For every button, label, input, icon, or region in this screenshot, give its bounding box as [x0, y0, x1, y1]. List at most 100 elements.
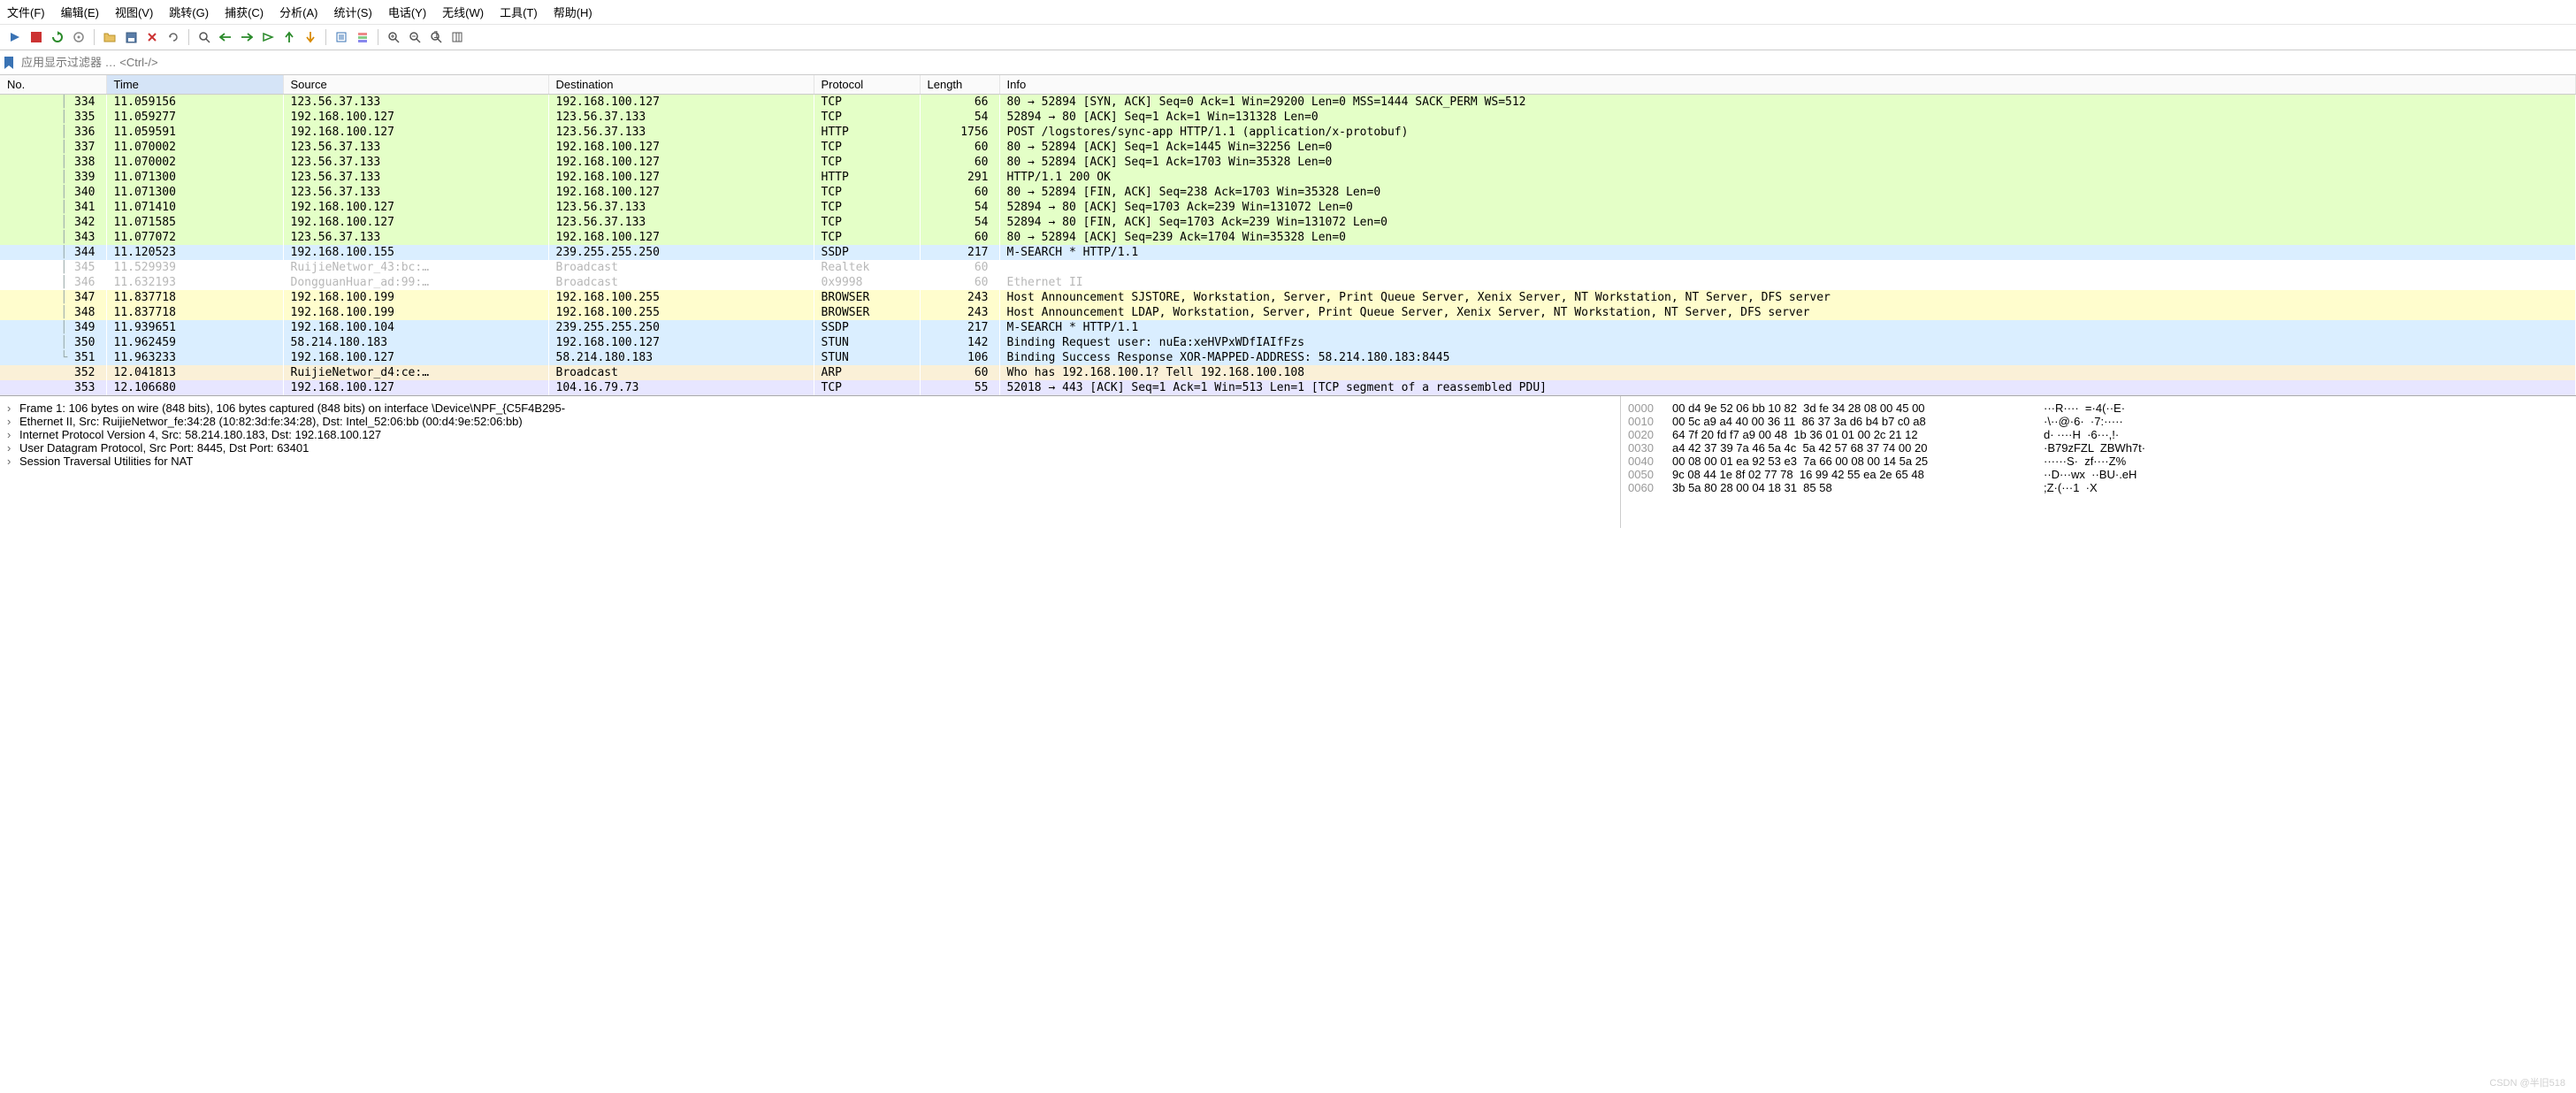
packet-bytes-hex[interactable]: 000000 d4 9e 52 06 bb 10 82 3d fe 34 28 …: [1621, 396, 2576, 528]
menu-edit[interactable]: 编辑(E): [61, 4, 99, 20]
table-row[interactable]: │ 33511.059277192.168.100.127123.56.37.1…: [0, 110, 2576, 125]
table-row[interactable]: │ 34211.071585192.168.100.127123.56.37.1…: [0, 215, 2576, 230]
table-row[interactable]: └ 35111.963233192.168.100.12758.214.180.…: [0, 350, 2576, 365]
expand-icon[interactable]: ›: [7, 401, 19, 415]
table-row[interactable]: │ 35011.96245958.214.180.183192.168.100.…: [0, 335, 2576, 350]
menu-go[interactable]: 跳转(G): [169, 4, 209, 20]
open-file-button[interactable]: [100, 27, 119, 47]
column-length[interactable]: Length: [920, 75, 999, 95]
cell-source: 123.56.37.133: [283, 185, 548, 200]
display-filter-input[interactable]: [16, 52, 2574, 73]
hex-row[interactable]: 00603b 5a 80 28 00 04 18 31 85 58;Z·(···…: [1628, 481, 2569, 494]
cell-protocol: TCP: [814, 140, 920, 155]
cell-protocol: TCP: [814, 95, 920, 111]
tree-item[interactable]: ›Frame 1: 106 bytes on wire (848 bits), …: [7, 401, 1613, 415]
restart-capture-button[interactable]: [48, 27, 67, 47]
menu-tools[interactable]: 工具(T): [500, 4, 538, 20]
column-info[interactable]: Info: [999, 75, 2576, 95]
column-source[interactable]: Source: [283, 75, 548, 95]
column-destination[interactable]: Destination: [548, 75, 814, 95]
table-row[interactable]: │ 33811.070002123.56.37.133192.168.100.1…: [0, 155, 2576, 170]
save-file-button[interactable]: [121, 27, 141, 47]
tree-item[interactable]: ›Session Traversal Utilities for NAT: [7, 455, 1613, 468]
column-no[interactable]: No.: [0, 75, 106, 95]
cell-info: POST /logstores/sync-app HTTP/1.1 (appli…: [999, 125, 2576, 140]
table-row[interactable]: │ 34011.071300123.56.37.133192.168.100.1…: [0, 185, 2576, 200]
table-row[interactable]: │ 33411.059156123.56.37.133192.168.100.1…: [0, 95, 2576, 111]
hex-row[interactable]: 002064 7f 20 fd f7 a9 00 48 1b 36 01 01 …: [1628, 428, 2569, 441]
cell-protocol: STUN: [814, 335, 920, 350]
hex-row[interactable]: 00509c 08 44 1e 8f 02 77 78 16 99 42 55 …: [1628, 468, 2569, 481]
cell-info: M-SEARCH * HTTP/1.1: [999, 245, 2576, 260]
hex-row[interactable]: 001000 5c a9 a4 40 00 36 11 86 37 3a d6 …: [1628, 415, 2569, 428]
table-row[interactable]: │ 34411.120523192.168.100.155239.255.255…: [0, 245, 2576, 260]
cell-time: 12.106680: [106, 380, 283, 395]
hex-row[interactable]: 0030a4 42 37 39 7a 46 5a 4c 5a 42 57 68 …: [1628, 441, 2569, 455]
cell-protocol: TCP: [814, 380, 920, 395]
packet-list-table[interactable]: No. Time Source Destination Protocol Len…: [0, 75, 2576, 395]
cell-info: HTTP/1.1 200 OK: [999, 170, 2576, 185]
hex-ascii: ···R···· =·4(··E·: [2044, 401, 2569, 415]
go-forward-button[interactable]: [237, 27, 256, 47]
menu-view[interactable]: 视图(V): [115, 4, 153, 20]
tree-item[interactable]: ›User Datagram Protocol, Src Port: 8445,…: [7, 441, 1613, 455]
packet-details-tree[interactable]: ›Frame 1: 106 bytes on wire (848 bits), …: [0, 396, 1621, 528]
resize-columns-button[interactable]: [447, 27, 467, 47]
stop-capture-button[interactable]: [27, 27, 46, 47]
table-row[interactable]: │ 34911.939651192.168.100.104239.255.255…: [0, 320, 2576, 335]
column-protocol[interactable]: Protocol: [814, 75, 920, 95]
colorize-button[interactable]: [353, 27, 372, 47]
table-row[interactable]: 35312.106680192.168.100.127104.16.79.73T…: [0, 380, 2576, 395]
menu-wireless[interactable]: 无线(W): [442, 4, 484, 20]
table-row[interactable]: │ 34511.529939RuijieNetwor_43:bc:…Broadc…: [0, 260, 2576, 275]
zoom-in-button[interactable]: [384, 27, 403, 47]
menu-help[interactable]: 帮助(H): [554, 4, 592, 20]
display-filter-bar: [0, 50, 2576, 75]
bookmark-icon[interactable]: [2, 53, 16, 73]
start-capture-button[interactable]: [5, 27, 25, 47]
table-row[interactable]: │ 33711.070002123.56.37.133192.168.100.1…: [0, 140, 2576, 155]
table-row[interactable]: │ 34611.632193DongguanHuar_ad:99:…Broadc…: [0, 275, 2576, 290]
close-file-button[interactable]: [142, 27, 162, 47]
tree-item[interactable]: ›Internet Protocol Version 4, Src: 58.21…: [7, 428, 1613, 441]
go-back-button[interactable]: [216, 27, 235, 47]
table-row[interactable]: │ 34111.071410192.168.100.127123.56.37.1…: [0, 200, 2576, 215]
menu-analyze[interactable]: 分析(A): [279, 4, 317, 20]
expand-icon[interactable]: ›: [7, 455, 19, 468]
go-first-button[interactable]: [279, 27, 299, 47]
menu-capture[interactable]: 捕获(C): [225, 4, 264, 20]
go-to-packet-button[interactable]: [258, 27, 278, 47]
table-row[interactable]: │ 33911.071300123.56.37.133192.168.100.1…: [0, 170, 2576, 185]
cell-time: 11.059591: [106, 125, 283, 140]
go-last-button[interactable]: [301, 27, 320, 47]
table-row[interactable]: │ 34711.837718192.168.100.199192.168.100…: [0, 290, 2576, 305]
hex-row[interactable]: 004000 08 00 01 ea 92 53 e3 7a 66 00 08 …: [1628, 455, 2569, 468]
cell-source: RuijieNetwor_43:bc:…: [283, 260, 548, 275]
expand-icon[interactable]: ›: [7, 415, 19, 428]
hex-ascii: ·\··@·6· ·7:·····: [2044, 415, 2569, 428]
auto-scroll-button[interactable]: [332, 27, 351, 47]
capture-options-button[interactable]: [69, 27, 88, 47]
menu-file[interactable]: 文件(F): [7, 4, 45, 20]
table-row[interactable]: │ 34311.077072123.56.37.133192.168.100.1…: [0, 230, 2576, 245]
table-row[interactable]: 35212.041813RuijieNetwor_d4:ce:…Broadcas…: [0, 365, 2576, 380]
column-time[interactable]: Time: [106, 75, 283, 95]
toolbar-separator: [325, 29, 326, 45]
table-row[interactable]: │ 34811.837718192.168.100.199192.168.100…: [0, 305, 2576, 320]
menu-telephony[interactable]: 电话(Y): [388, 4, 426, 20]
menu-statistics[interactable]: 统计(S): [333, 4, 371, 20]
tree-item[interactable]: ›Ethernet II, Src: RuijieNetwor_fe:34:28…: [7, 415, 1613, 428]
find-packet-button[interactable]: [195, 27, 214, 47]
cell-time: 11.070002: [106, 155, 283, 170]
hex-row[interactable]: 000000 d4 9e 52 06 bb 10 82 3d fe 34 28 …: [1628, 401, 2569, 415]
cell-info: 52894 → 80 [ACK] Seq=1703 Ack=239 Win=13…: [999, 200, 2576, 215]
zoom-out-button[interactable]: [405, 27, 424, 47]
reload-button[interactable]: [164, 27, 183, 47]
cell-time: 11.837718: [106, 290, 283, 305]
cell-destination: 239.255.255.250: [548, 320, 814, 335]
hex-bytes: 00 5c a9 a4 40 00 36 11 86 37 3a d6 b4 b…: [1672, 415, 2044, 428]
table-row[interactable]: │ 33611.059591192.168.100.127123.56.37.1…: [0, 125, 2576, 140]
zoom-reset-button[interactable]: 1: [426, 27, 446, 47]
expand-icon[interactable]: ›: [7, 428, 19, 441]
expand-icon[interactable]: ›: [7, 441, 19, 455]
